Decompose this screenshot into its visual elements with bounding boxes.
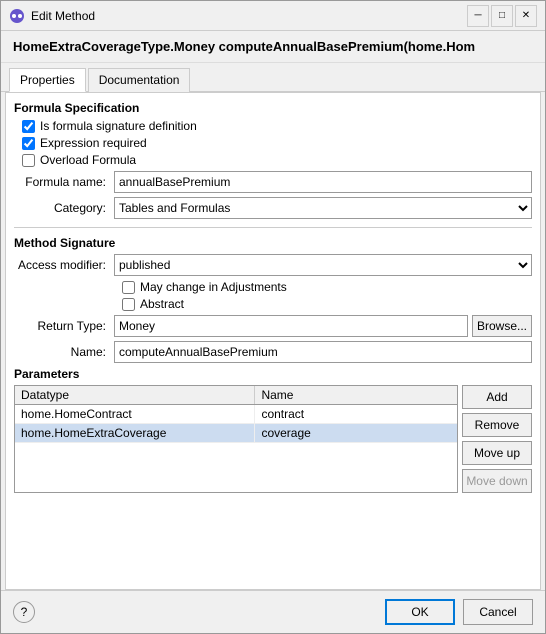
expression-required-checkbox[interactable] [22, 137, 35, 150]
may-change-adjustments-checkbox[interactable] [122, 281, 135, 294]
edit-method-dialog: Edit Method ─ □ ✕ HomeExtraCoverageType.… [0, 0, 546, 634]
footer-right: OK Cancel [385, 599, 533, 625]
formula-name-row: Formula name: [14, 171, 532, 193]
help-button[interactable]: ? [13, 601, 35, 623]
add-button[interactable]: Add [462, 385, 532, 409]
is-formula-signature-row: Is formula signature definition [22, 119, 532, 133]
separator-1 [14, 227, 532, 228]
dialog-icon [9, 8, 25, 24]
browse-button[interactable]: Browse... [472, 315, 532, 337]
method-signature-section-label: Method Signature [14, 236, 532, 250]
formula-spec-label: Formula Specification [14, 101, 532, 115]
return-type-label: Return Type: [14, 319, 114, 333]
category-label: Category: [14, 201, 114, 215]
overload-formula-row: Overload Formula [22, 153, 532, 167]
param-row-0[interactable]: home.HomeContract contract [15, 405, 457, 424]
abstract-checkbox[interactable] [122, 298, 135, 311]
name-label: Name: [14, 345, 114, 359]
parameters-section: Parameters Datatype Name home.HomeContra… [14, 367, 532, 493]
return-type-input[interactable] [114, 315, 468, 337]
name-row: Name: [14, 341, 532, 363]
param-buttons: Add Remove Move up Move down [462, 385, 532, 493]
ok-button[interactable]: OK [385, 599, 455, 625]
category-select[interactable]: Tables and Formulas None [114, 197, 532, 219]
expression-required-row: Expression required [22, 136, 532, 150]
overload-formula-checkbox[interactable] [22, 154, 35, 167]
may-change-adjustments-row: May change in Adjustments [122, 280, 532, 294]
tab-properties[interactable]: Properties [9, 68, 86, 92]
move-down-button[interactable]: Move down [462, 469, 532, 493]
dialog-body: Properties Documentation Formula Specifi… [1, 63, 545, 590]
access-modifier-label: Access modifier: [14, 258, 114, 272]
parameters-table-container: Datatype Name home.HomeContract contract… [14, 385, 532, 493]
dialog-title: Edit Method [31, 9, 467, 23]
formula-spec-section: Formula Specification Is formula signatu… [14, 101, 532, 219]
abstract-label: Abstract [140, 297, 184, 311]
header-name: Name [255, 386, 457, 404]
name-input[interactable] [114, 341, 532, 363]
param-name-0: contract [255, 405, 457, 423]
parameters-header: Datatype Name [15, 386, 457, 405]
tab-bar: Properties Documentation [1, 63, 545, 92]
access-modifier-select[interactable]: published internal private [114, 254, 532, 276]
category-row: Category: Tables and Formulas None [14, 197, 532, 219]
formula-name-label: Formula name: [14, 175, 114, 189]
parameters-table: Datatype Name home.HomeContract contract… [14, 385, 458, 493]
return-type-row: Return Type: Browse... [14, 315, 532, 337]
footer-left: ? [13, 601, 35, 623]
overload-formula-label: Overload Formula [40, 153, 136, 167]
param-row-1[interactable]: home.HomeExtraCoverage coverage [15, 424, 457, 443]
formula-name-input[interactable] [114, 171, 532, 193]
access-modifier-row: Access modifier: published internal priv… [14, 254, 532, 276]
tab-documentation[interactable]: Documentation [88, 68, 191, 92]
method-signature-header: HomeExtraCoverageType.Money computeAnnua… [1, 31, 545, 63]
header-datatype: Datatype [15, 386, 255, 404]
title-bar: Edit Method ─ □ ✕ [1, 1, 545, 31]
parameters-label: Parameters [14, 367, 532, 381]
dialog-footer: ? OK Cancel [1, 590, 545, 633]
is-formula-signature-checkbox[interactable] [22, 120, 35, 133]
param-datatype-1: home.HomeExtraCoverage [15, 424, 255, 442]
move-up-button[interactable]: Move up [462, 441, 532, 465]
is-formula-signature-label: Is formula signature definition [40, 119, 197, 133]
cancel-button[interactable]: Cancel [463, 599, 533, 625]
tab-content-properties: Formula Specification Is formula signatu… [5, 92, 541, 590]
close-button[interactable]: ✕ [515, 5, 537, 27]
param-name-1: coverage [255, 424, 457, 442]
method-signature-section: Method Signature Access modifier: publis… [14, 236, 532, 363]
abstract-row: Abstract [122, 297, 532, 311]
maximize-button[interactable]: □ [491, 5, 513, 27]
expression-required-label: Expression required [40, 136, 147, 150]
param-datatype-0: home.HomeContract [15, 405, 255, 423]
may-change-adjustments-label: May change in Adjustments [140, 280, 287, 294]
remove-button[interactable]: Remove [462, 413, 532, 437]
window-controls: ─ □ ✕ [467, 5, 537, 27]
minimize-button[interactable]: ─ [467, 5, 489, 27]
